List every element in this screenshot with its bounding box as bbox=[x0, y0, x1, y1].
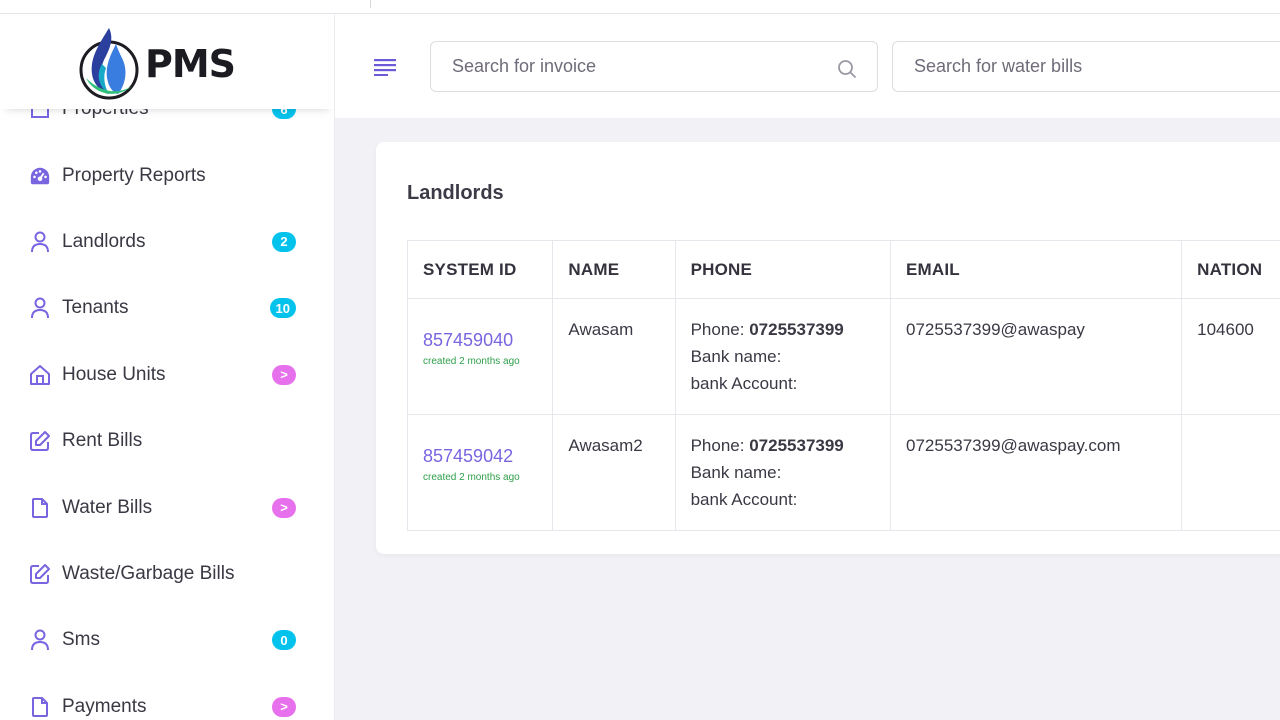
user-icon bbox=[29, 297, 51, 319]
sidebar-item-label: Water Bills bbox=[62, 496, 153, 518]
phone-label: Phone: bbox=[690, 436, 745, 455]
sidebar-item-property-reports[interactable]: Property Reports bbox=[0, 142, 334, 208]
column-header[interactable]: PHONE bbox=[674, 240, 892, 299]
flame-logo-icon[interactable] bbox=[76, 24, 142, 100]
column-header[interactable]: EMAIL bbox=[889, 240, 1183, 299]
sidebar-item-water-bills[interactable]: Water Bills > bbox=[0, 474, 334, 540]
top-header bbox=[335, 14, 1280, 118]
count-badge: 2 bbox=[272, 231, 296, 252]
sidebar: Properties 6 Property Reports Landlords … bbox=[0, 14, 335, 720]
sidebar-item-label: Payments bbox=[62, 695, 147, 717]
sidebar-item-label: Landlords bbox=[62, 230, 146, 252]
menu-toggle-button[interactable] bbox=[373, 56, 399, 76]
sidebar-item-payments[interactable]: Payments > bbox=[0, 674, 334, 720]
landlords-card: Landlords SYSTEM ID NAME PHONE EMAIL NAT… bbox=[376, 142, 1280, 554]
house-icon bbox=[29, 364, 51, 386]
bank-name-label: Bank name: bbox=[690, 463, 782, 482]
name-cell: Awasam2 bbox=[552, 414, 676, 531]
sidebar-item-rent-bills[interactable]: Rent Bills bbox=[0, 408, 334, 474]
bank-account-label: bank Account: bbox=[690, 374, 798, 393]
phone-number: 0725537399 bbox=[749, 320, 844, 339]
system-id-link[interactable]: 857459042 bbox=[423, 443, 537, 469]
file-icon bbox=[29, 696, 51, 718]
table-row[interactable]: 857459040 created 2 months ago Awasam Ph… bbox=[406, 298, 1280, 415]
column-header[interactable]: SYSTEM ID bbox=[406, 240, 554, 299]
system-id-cell: 857459042 created 2 months ago bbox=[406, 414, 554, 531]
file-icon bbox=[29, 497, 51, 519]
column-header[interactable]: NAME bbox=[552, 240, 676, 299]
card-title: Landlords bbox=[407, 182, 504, 204]
phone-number: 0725537399 bbox=[749, 436, 844, 455]
dashboard-gauge-icon bbox=[29, 165, 51, 187]
divider bbox=[370, 0, 371, 8]
bank-name-label: Bank name: bbox=[690, 347, 782, 366]
expand-badge: > bbox=[272, 364, 296, 385]
edit-icon bbox=[29, 430, 51, 452]
created-timestamp: created 2 months ago bbox=[423, 356, 520, 367]
phone-label: Phone: bbox=[690, 320, 745, 339]
expand-badge: > bbox=[272, 497, 296, 518]
search-water-bills-box bbox=[892, 41, 1280, 92]
edit-icon bbox=[29, 563, 51, 585]
brand-header: PMS bbox=[0, 14, 334, 109]
national-id-cell: 104600 bbox=[1181, 298, 1280, 415]
count-badge: 10 bbox=[269, 298, 296, 319]
hamburger-menu-icon bbox=[374, 59, 396, 76]
sidebar-item-landlords[interactable]: Landlords 2 bbox=[0, 209, 334, 275]
sidebar-item-label: Waste/Garbage Bills bbox=[62, 562, 235, 584]
user-icon bbox=[29, 231, 51, 253]
search-invoice-input[interactable] bbox=[431, 42, 877, 91]
sidebar-item-house-units[interactable]: House Units > bbox=[0, 342, 334, 408]
search-invoice-box bbox=[430, 41, 878, 92]
phone-cell: Phone: 0725537399 Bank name: bank Accoun… bbox=[674, 414, 892, 531]
brand-name: PMS bbox=[145, 42, 236, 86]
created-timestamp: created 2 months ago bbox=[423, 472, 520, 483]
sidebar-item-waste-garbage-bills[interactable]: Waste/Garbage Bills bbox=[0, 541, 334, 607]
name-cell: Awasam bbox=[552, 298, 676, 415]
window-top-bar bbox=[0, 0, 1280, 14]
sidebar-item-label: Sms bbox=[62, 629, 100, 651]
national-id-cell bbox=[1181, 414, 1280, 531]
landlords-table: SYSTEM ID NAME PHONE EMAIL NATION 857459… bbox=[406, 240, 1280, 531]
phone-cell: Phone: 0725537399 Bank name: bank Accoun… bbox=[674, 298, 892, 415]
sidebar-item-label: House Units bbox=[62, 363, 166, 385]
system-id-link[interactable]: 857459040 bbox=[423, 327, 537, 353]
table-header-row: SYSTEM ID NAME PHONE EMAIL NATION bbox=[406, 240, 1280, 299]
expand-badge: > bbox=[272, 696, 296, 717]
sidebar-item-label: Rent Bills bbox=[62, 430, 143, 452]
system-id-cell: 857459040 created 2 months ago bbox=[406, 298, 554, 415]
count-badge: 0 bbox=[272, 630, 296, 651]
user-icon bbox=[29, 629, 51, 651]
sidebar-item-label: Property Reports bbox=[62, 164, 206, 186]
sidebar-nav: Properties 6 Property Reports Landlords … bbox=[0, 76, 334, 720]
email-cell: 0725537399@awaspay bbox=[889, 298, 1183, 415]
column-header[interactable]: NATION bbox=[1181, 240, 1280, 299]
search-icon[interactable] bbox=[837, 59, 857, 79]
sidebar-item-label: Tenants bbox=[62, 297, 129, 319]
search-water-bills-input[interactable] bbox=[893, 42, 1280, 91]
sidebar-item-sms[interactable]: Sms 0 bbox=[0, 607, 334, 673]
sidebar-item-tenants[interactable]: Tenants 10 bbox=[0, 275, 334, 341]
bank-account-label: bank Account: bbox=[690, 490, 798, 509]
table-row[interactable]: 857459042 created 2 months ago Awasam2 P… bbox=[406, 414, 1280, 531]
email-cell: 0725537399@awaspay.com bbox=[889, 414, 1183, 531]
